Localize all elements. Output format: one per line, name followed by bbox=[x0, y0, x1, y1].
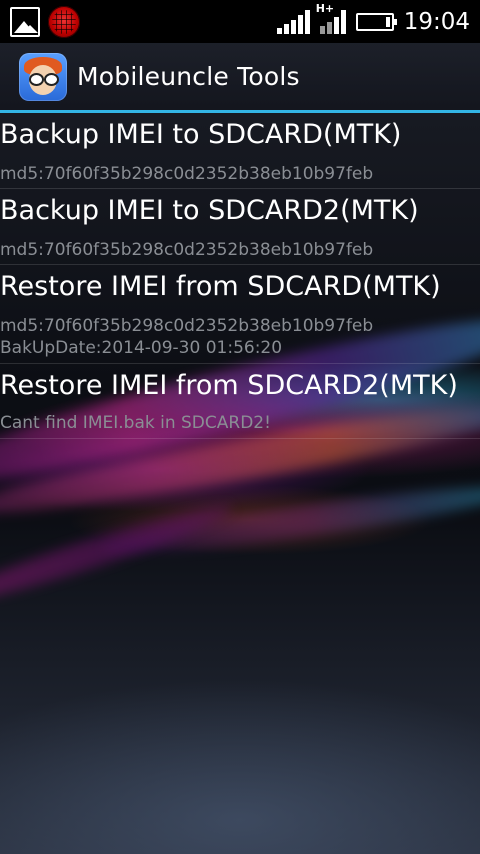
list-item-title: Backup IMEI to SDCARD2(MTK) bbox=[0, 195, 419, 226]
status-clock: 19:04 bbox=[403, 8, 470, 35]
list-item-backup-date: BakUpDate:2014-09-30 01:56:20 bbox=[0, 338, 283, 358]
app-logo-icon[interactable] bbox=[19, 52, 67, 101]
system-icons: H+ 19:04 bbox=[276, 2, 480, 35]
list-item-title: Restore IMEI from SDCARD2(MTK) bbox=[0, 370, 458, 401]
wifi-signal-icon bbox=[276, 9, 310, 34]
list-item-title: Backup IMEI to SDCARD(MTK) bbox=[0, 119, 402, 150]
mobile-signal-icon: H+ bbox=[316, 2, 346, 34]
status-bar[interactable]: H+ 19:04 bbox=[0, 0, 480, 43]
app-title: Mobileuncle Tools bbox=[77, 62, 300, 91]
list-item-backup-sdcard2[interactable]: Backup IMEI to SDCARD2(MTK) md5:70f60f35… bbox=[0, 189, 480, 265]
battery-icon bbox=[355, 12, 397, 31]
action-bar: Mobileuncle Tools bbox=[0, 43, 480, 110]
imei-options-list: Backup IMEI to SDCARD(MTK) md5:70f60f35b… bbox=[0, 113, 480, 439]
list-item-backup-sdcard[interactable]: Backup IMEI to SDCARD(MTK) md5:70f60f35b… bbox=[0, 113, 480, 189]
list-item-restore-sdcard2[interactable]: Restore IMEI from SDCARD2(MTK) Cant find… bbox=[0, 364, 480, 439]
wallpaper-streak bbox=[0, 494, 237, 614]
list-item-restore-sdcard[interactable]: Restore IMEI from SDCARD(MTK) md5:70f60f… bbox=[0, 265, 480, 364]
list-item-detail: Cant find IMEI.bak in SDCARD2! bbox=[0, 413, 271, 433]
list-item-detail: md5:70f60f35b298c0d2352b38eb10b97feb bbox=[0, 240, 374, 260]
notification-icons bbox=[0, 5, 80, 38]
gallery-icon bbox=[10, 6, 40, 37]
list-item-detail: md5:70f60f35b298c0d2352b38eb10b97feb bbox=[0, 164, 374, 184]
list-item-title: Restore IMEI from SDCARD(MTK) bbox=[0, 271, 441, 302]
spider-icon bbox=[48, 5, 80, 38]
network-type-label: H+ bbox=[315, 1, 335, 15]
list-item-detail: md5:70f60f35b298c0d2352b38eb10b97feb bbox=[0, 316, 374, 336]
